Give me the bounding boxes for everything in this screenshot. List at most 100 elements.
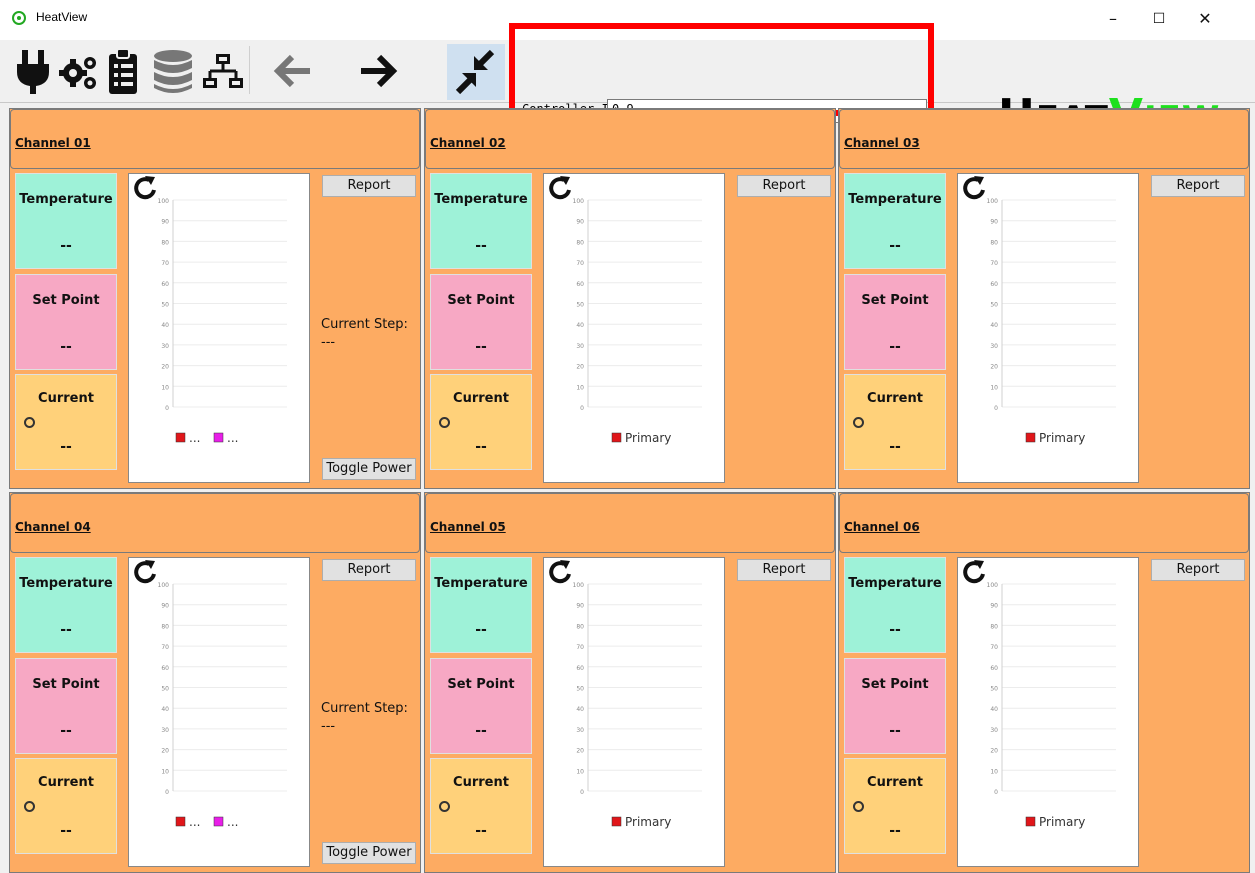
report-button[interactable]: Report	[1151, 559, 1245, 581]
channel-header: Channel 06	[839, 493, 1249, 553]
setpoint-tile: Set Point --	[430, 274, 532, 370]
legend-label: Primary	[625, 431, 671, 445]
channel-title[interactable]: Channel 01	[15, 136, 91, 150]
setpoint-value: --	[475, 723, 487, 739]
chart-tick-label: 0	[994, 405, 998, 412]
chart-tick-label: 70	[990, 644, 998, 651]
chart-tick-label: 30	[161, 727, 169, 734]
temperature-label: Temperature	[848, 192, 942, 207]
chart-svg: 1009080706050403020100......	[134, 560, 287, 829]
arrow-right-icon[interactable]	[357, 46, 399, 96]
temperature-tile: Temperature --	[844, 557, 946, 653]
chart-tick-label: 40	[576, 322, 584, 329]
plug-icon[interactable]	[12, 46, 54, 96]
chart-tick-label: 0	[994, 789, 998, 796]
refresh-icon[interactable]	[134, 176, 156, 206]
arrow-left-icon[interactable]	[272, 46, 314, 96]
minimize-button[interactable]: –	[1090, 4, 1136, 34]
chart-tick-label: 90	[161, 603, 169, 610]
chart-tick-label: 50	[990, 302, 998, 309]
chart-tick-label: 0	[165, 405, 169, 412]
gears-icon[interactable]	[58, 46, 100, 96]
chart-tick-label: 10	[576, 768, 584, 775]
report-button[interactable]: Report	[322, 559, 416, 581]
chart-tick-label: 70	[161, 260, 169, 267]
current-tile: Current --	[15, 374, 117, 470]
chart-tick-label: 80	[990, 239, 998, 246]
legend-label: ...	[189, 815, 200, 829]
chart-tick-label: 70	[161, 644, 169, 651]
clipboard-icon[interactable]	[102, 46, 144, 96]
channel-title[interactable]: Channel 04	[15, 520, 91, 534]
chart-tick-label: 60	[576, 665, 584, 672]
refresh-icon[interactable]	[549, 560, 571, 590]
refresh-icon[interactable]	[134, 560, 156, 590]
channel-header: Channel 04	[10, 493, 420, 553]
current-value: --	[60, 439, 72, 455]
channel-title[interactable]: Channel 03	[844, 136, 920, 150]
channel-panel: Channel 02 Temperature -- Set Point -- Curren…	[424, 108, 836, 489]
report-button[interactable]: Report	[1151, 175, 1245, 197]
channel-title[interactable]: Channel 05	[430, 520, 506, 534]
setpoint-tile: Set Point --	[15, 658, 117, 754]
temperature-value: --	[889, 622, 901, 638]
chart-tick-label: 100	[573, 582, 585, 589]
legend-swatch	[1025, 816, 1036, 827]
database-icon[interactable]	[152, 46, 194, 96]
channel-title[interactable]: Channel 02	[430, 136, 506, 150]
current-tile: Current --	[430, 758, 532, 854]
temperature-label: Temperature	[434, 192, 528, 207]
maximize-button[interactable]: ☐	[1136, 4, 1182, 34]
toggle-power-button[interactable]: Toggle Power	[322, 458, 416, 480]
setpoint-value: --	[889, 723, 901, 739]
chart-tick-label: 40	[990, 322, 998, 329]
collapse-icon[interactable]	[454, 46, 496, 96]
chart-tick-label: 10	[576, 384, 584, 391]
network-icon[interactable]	[202, 46, 244, 96]
report-button[interactable]: Report	[737, 559, 831, 581]
chart-tick-label: 0	[580, 789, 584, 796]
app-logo-icon	[12, 11, 26, 25]
current-tile: Current --	[844, 374, 946, 470]
refresh-icon[interactable]	[963, 560, 985, 590]
chart-tick-label: 30	[161, 343, 169, 350]
channel-title[interactable]: Channel 06	[844, 520, 920, 534]
channel-chart: 100 90 80 70 60 50 40 30 20 10 0 Primary	[957, 173, 1139, 483]
setpoint-label: Set Point	[861, 293, 929, 308]
refresh-icon[interactable]	[549, 176, 571, 206]
legend-swatch	[175, 816, 186, 827]
chart-tick-label: 90	[161, 219, 169, 226]
chart-svg: 1009080706050403020100......	[134, 176, 287, 445]
setpoint-value: --	[475, 339, 487, 355]
chart-tick-label: 100	[987, 198, 999, 205]
temperature-tile: Temperature --	[15, 557, 117, 653]
toggle-power-button[interactable]: Toggle Power	[322, 842, 416, 864]
chart-tick-label: 90	[990, 603, 998, 610]
chart-tick-label: 20	[576, 748, 584, 755]
chart-tick-label: 100	[158, 582, 170, 589]
chart-tick-label: 20	[990, 364, 998, 371]
report-button[interactable]: Report	[737, 175, 831, 197]
refresh-icon[interactable]	[963, 176, 985, 206]
channel-panel: Channel 01 Temperature -- Set Point -- Curren…	[9, 108, 421, 489]
chart-tick-label: 20	[990, 748, 998, 755]
setpoint-tile: Set Point --	[844, 274, 946, 370]
temperature-tile: Temperature --	[15, 173, 117, 269]
chart-tick-label: 60	[161, 281, 169, 288]
chart-tick-label: 80	[576, 239, 584, 246]
channel-chart: 100 90 80 70 60 50 40 30 20 10 0......	[128, 557, 310, 867]
legend-label: ...	[227, 815, 238, 829]
chart-tick-label: 30	[576, 727, 584, 734]
setpoint-tile: Set Point --	[844, 658, 946, 754]
setpoint-tile: Set Point --	[15, 274, 117, 370]
chart-tick-label: 40	[576, 706, 584, 713]
report-button[interactable]: Report	[322, 175, 416, 197]
chart-tick-label: 20	[161, 748, 169, 755]
legend-swatch	[175, 432, 186, 443]
highlight-box	[509, 23, 934, 116]
current-value: --	[889, 439, 901, 455]
chart-tick-label: 0	[165, 789, 169, 796]
temperature-tile: Temperature --	[430, 173, 532, 269]
current-tile: Current --	[430, 374, 532, 470]
close-button[interactable]: ✕	[1182, 4, 1228, 34]
